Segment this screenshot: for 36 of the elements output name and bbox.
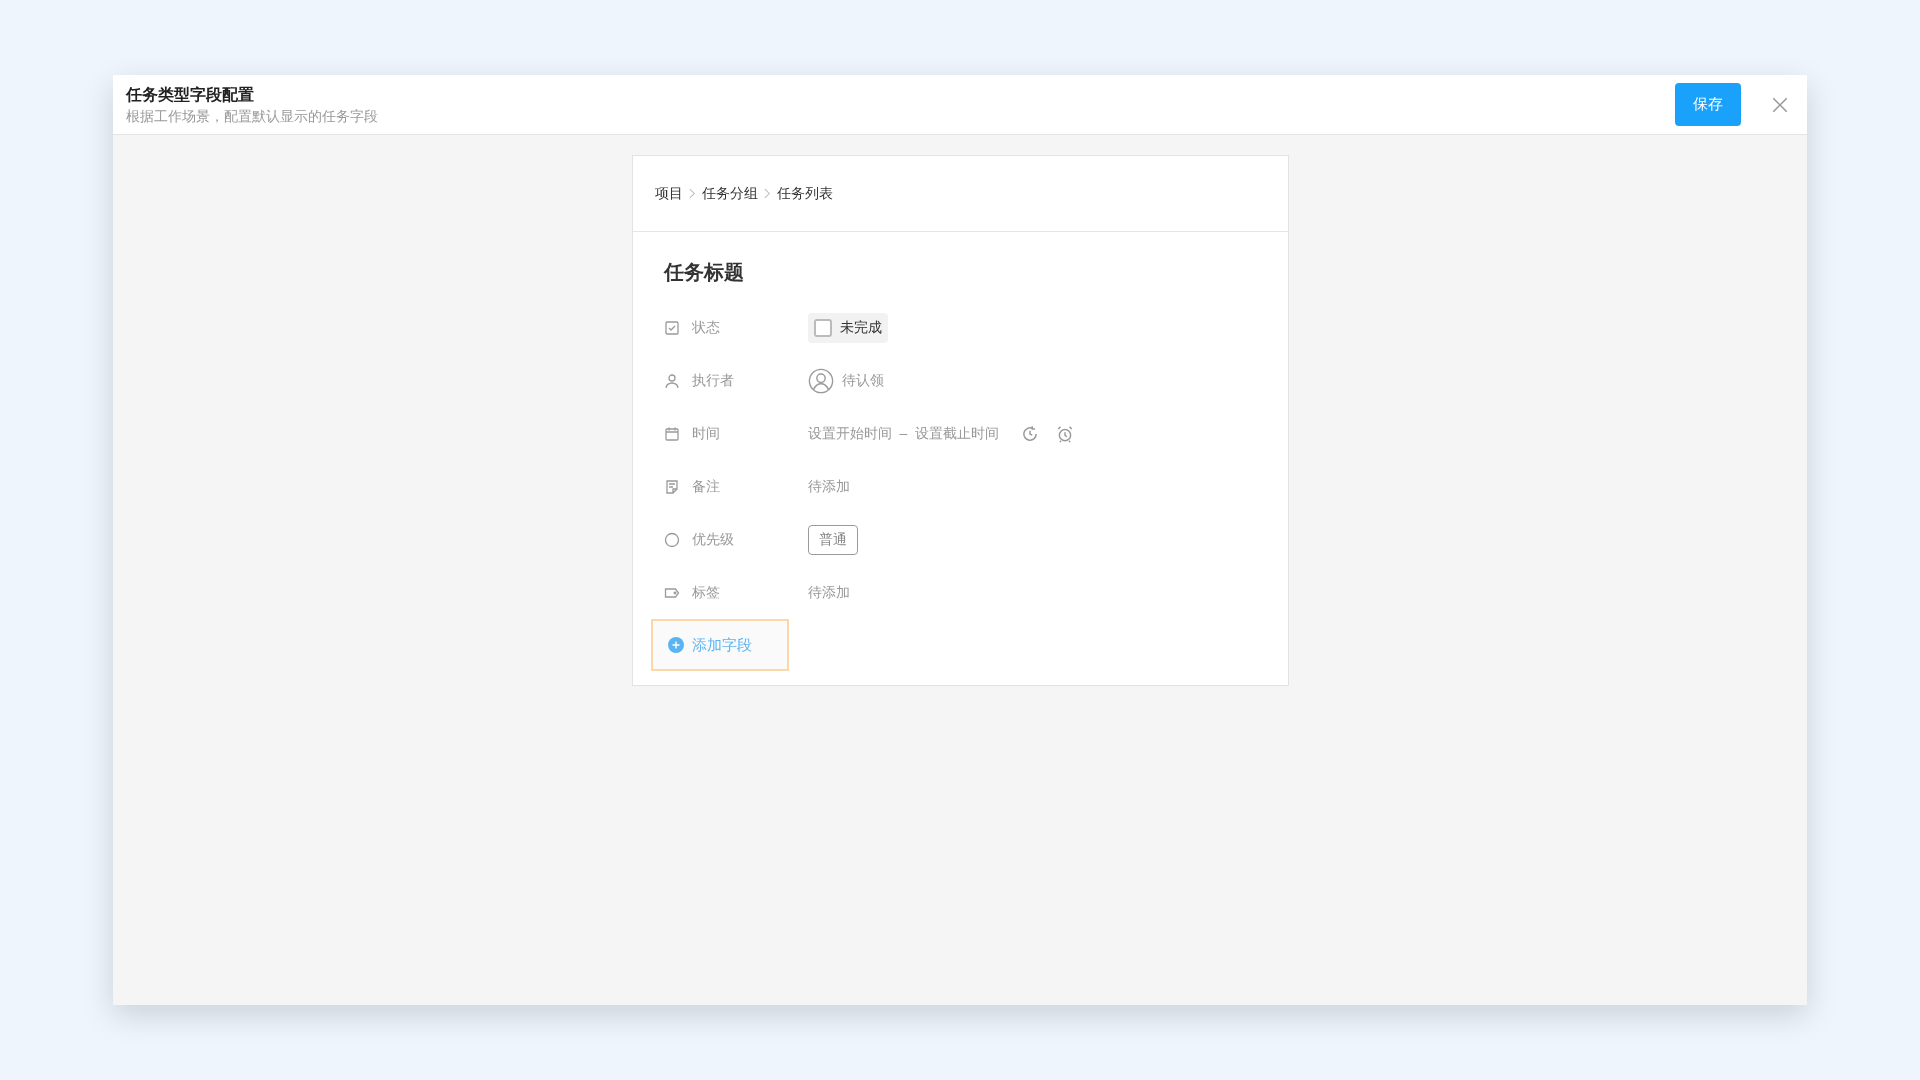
field-label: 标签 — [691, 583, 720, 602]
field-label: 时间 — [691, 424, 720, 443]
date-separator: – — [899, 424, 908, 443]
field-label: 执行者 — [691, 371, 734, 390]
note-icon — [663, 478, 680, 495]
chevron-right-icon — [688, 188, 696, 199]
circle-icon — [663, 531, 680, 548]
breadcrumb-link[interactable]: 项目 — [654, 183, 683, 204]
priority-button[interactable]: 普通 — [807, 524, 858, 555]
status-checkbox[interactable] — [813, 318, 832, 337]
alarm-clock-icon[interactable] — [1056, 424, 1075, 443]
dialog-title: 任务类型字段配置 — [126, 84, 255, 105]
breadcrumb-link[interactable]: 任务列表 — [776, 183, 833, 204]
dialog-subtitle: 根据工作场景，配置默认显示的任务字段 — [126, 106, 379, 126]
chevron-right-icon — [763, 188, 771, 199]
status-toggle[interactable]: 未完成 — [807, 312, 888, 343]
field-label: 备注 — [691, 477, 720, 496]
tag-value[interactable]: 待添加 — [807, 582, 850, 603]
status-text: 未完成 — [839, 318, 882, 337]
user-icon — [663, 372, 680, 389]
avatar-icon — [807, 367, 834, 394]
assignee-value[interactable]: 待认领 — [841, 370, 884, 391]
task-title: 任务标题 — [663, 260, 745, 285]
add-field-button[interactable]: 添加字段 — [650, 619, 789, 671]
end-time-field[interactable]: 设置截止时间 — [915, 423, 1000, 444]
save-button[interactable]: 保存 — [1675, 83, 1741, 126]
repeat-icon[interactable] — [1021, 424, 1040, 443]
breadcrumb-link[interactable]: 任务分组 — [701, 183, 758, 204]
field-label: 优先级 — [691, 530, 734, 549]
plus-circle-icon — [667, 637, 684, 653]
calendar-icon — [663, 425, 680, 442]
field-label: 状态 — [691, 318, 720, 337]
start-time-field[interactable]: 设置开始时间 — [807, 423, 892, 444]
close-icon[interactable] — [1771, 95, 1789, 114]
checkbox-icon — [663, 319, 680, 336]
note-value[interactable]: 待添加 — [807, 476, 850, 497]
